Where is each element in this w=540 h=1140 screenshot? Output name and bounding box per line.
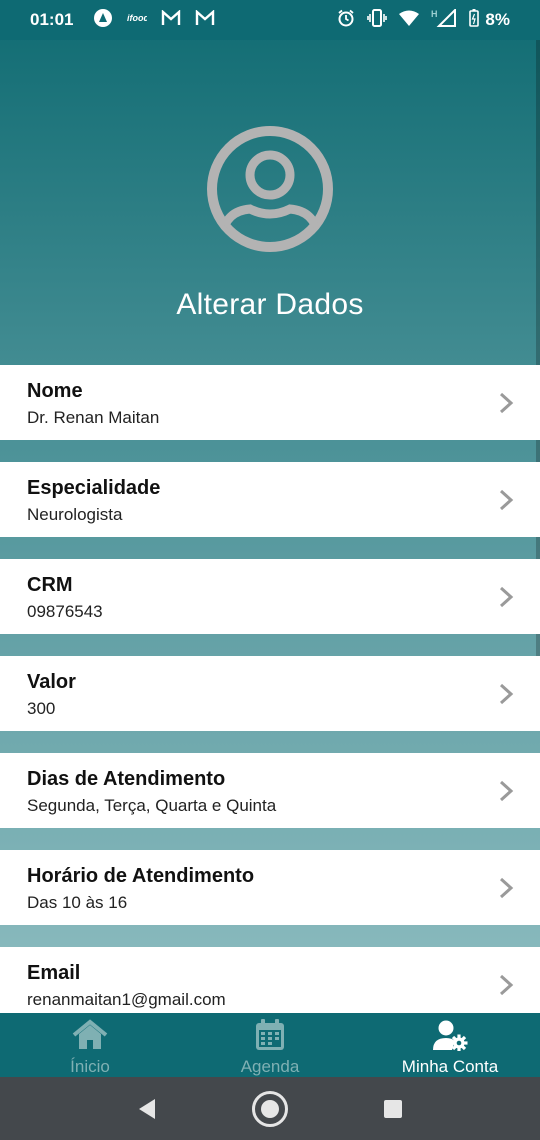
field-value: 09876543 xyxy=(27,602,103,621)
status-time: 01:01 xyxy=(30,10,74,29)
field-value: Dr. Renan Maitan xyxy=(27,408,160,427)
chevron-right-icon xyxy=(499,392,514,414)
battery-percentage: 8% xyxy=(485,10,510,29)
network-type-label: H xyxy=(431,9,438,19)
status-bar: 01:01 ifood H 8% xyxy=(0,0,540,40)
avatar[interactable] xyxy=(206,125,334,253)
user-circle-icon xyxy=(207,126,333,252)
chevron-right-icon xyxy=(499,683,514,705)
gmail-notification-icon xyxy=(161,8,181,31)
field-value: renanmaitan1@gmail.com xyxy=(27,990,226,1009)
signal-icon: H xyxy=(431,7,457,32)
field-label: Horário de Atendimento xyxy=(27,865,255,887)
field-label: CRM xyxy=(27,574,73,596)
gmail-notification-icon xyxy=(195,8,215,31)
nav-label: Ínicio xyxy=(70,1057,110,1076)
recents-square-icon xyxy=(384,1099,402,1118)
field-row-especialidade[interactable]: Especialidade Neurologista xyxy=(0,462,540,537)
field-label: Valor xyxy=(27,671,76,693)
chevron-right-icon xyxy=(499,974,514,996)
field-row-horario-atendimento[interactable]: Horário de Atendimento Das 10 às 16 xyxy=(0,850,540,925)
system-recents-button[interactable] xyxy=(383,1099,403,1119)
battery-icon xyxy=(469,8,480,32)
field-value: Neurologista xyxy=(27,505,123,524)
system-home-button[interactable] xyxy=(251,1090,289,1128)
chevron-right-icon xyxy=(499,586,514,608)
field-value: Segunda, Terça, Quarta e Quinta xyxy=(27,796,277,815)
chevron-right-icon xyxy=(499,780,514,802)
nav-item-agenda[interactable]: Agenda xyxy=(180,1013,360,1077)
home-icon xyxy=(72,1019,108,1049)
alarm-icon xyxy=(337,9,355,32)
field-label: Dias de Atendimento xyxy=(27,768,226,790)
field-row-email[interactable]: Email renanmaitan1@gmail.com xyxy=(0,947,540,1022)
system-navigation-bar xyxy=(0,1077,540,1140)
page-title: Alterar Dados xyxy=(176,288,364,321)
system-back-button[interactable] xyxy=(137,1098,157,1120)
vibrate-icon xyxy=(367,8,388,32)
field-label: Nome xyxy=(27,380,83,402)
field-row-dias-atendimento[interactable]: Dias de Atendimento Segunda, Terça, Quar… xyxy=(0,753,540,828)
field-row-nome[interactable]: Nome Dr. Renan Maitan xyxy=(0,365,540,440)
nav-label: Agenda xyxy=(240,1057,300,1076)
app-notification-icon xyxy=(93,8,113,33)
field-value: 300 xyxy=(27,699,56,718)
nav-item-minha-conta[interactable]: Minha Conta xyxy=(360,1013,540,1077)
chevron-right-icon xyxy=(499,489,514,511)
nav-item-inicio[interactable]: Ínicio xyxy=(0,1013,180,1077)
svg-text:ifood: ifood xyxy=(127,13,147,23)
field-row-valor[interactable]: Valor 300 xyxy=(0,656,540,731)
chevron-right-icon xyxy=(499,877,514,899)
field-row-crm[interactable]: CRM 09876543 xyxy=(0,559,540,634)
field-value: Das 10 às 16 xyxy=(27,893,128,912)
bottom-navigation: Ínicio Agenda Minha Conta xyxy=(0,1013,540,1077)
calendar-icon xyxy=(256,1019,284,1050)
home-circle-icon xyxy=(252,1090,288,1127)
field-label: Especialidade xyxy=(27,477,161,499)
nav-label: Minha Conta xyxy=(401,1057,499,1076)
wifi-icon xyxy=(399,10,420,31)
back-triangle-icon xyxy=(139,1098,155,1119)
user-gear-icon xyxy=(433,1020,468,1051)
field-label: Email xyxy=(27,962,81,984)
ifood-notification-icon: ifood xyxy=(127,10,149,30)
